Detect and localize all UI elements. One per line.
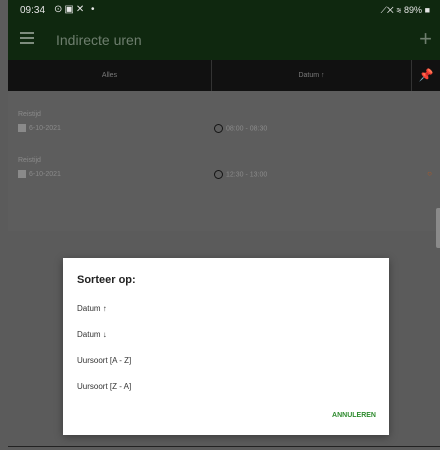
app-frame: 09:34 ⊙▣✕ • ⟋✕ ≋ 89% ■ Indirecte uren + … [8, 0, 440, 450]
calendar-icon [18, 124, 26, 132]
signal-icon: ⟋✕ ≋ [380, 5, 405, 15]
warning-icon: ○ [427, 169, 432, 178]
list-item-date-text: 6-10-2021 [29, 170, 61, 178]
status-bar: 09:34 ⊙▣✕ • ⟋✕ ≋ 89% ■ [8, 0, 440, 22]
sort-option-type-asc[interactable]: Uursoort [A - Z] [77, 356, 131, 365]
sort-option-date-asc[interactable]: Datum ↑ [77, 304, 107, 313]
list-item-start: 12:30 [226, 171, 244, 179]
tab-bar: Alles Datum ↑ 📌 [8, 60, 440, 91]
list-item-label: Reistijd [18, 111, 41, 118]
list-item-times: 08:00 - 08:30 [214, 124, 267, 133]
status-notification-icons: ⊙▣✕ • [54, 4, 97, 15]
add-button[interactable]: + [419, 26, 432, 52]
tab-all[interactable]: Alles [8, 60, 212, 91]
list-item-start: 08:00 [226, 125, 244, 133]
dialog-title: Sorteer op: [77, 274, 136, 286]
list-item[interactable]: Reistijd 6-10-2021 12:30 - 13:00 ○ [8, 149, 440, 195]
list-item-date-text: 6-10-2021 [29, 124, 61, 132]
clock-icon [214, 124, 223, 133]
cancel-button[interactable]: ANNULEREN [332, 412, 376, 419]
pin-icon[interactable]: 📌 [412, 60, 440, 91]
scroll-handle[interactable] [436, 208, 440, 248]
page-title: Indirecte uren [56, 32, 142, 48]
app-bar: Indirecte uren + [8, 22, 440, 60]
hamburger-menu-icon[interactable] [20, 32, 34, 46]
sort-option-type-desc[interactable]: Uursoort [Z - A] [77, 382, 131, 391]
sort-option-date-desc[interactable]: Datum ↓ [77, 330, 107, 339]
list-item-date: 6-10-2021 [18, 124, 61, 132]
list-item[interactable]: Reistijd 6-10-2021 08:00 - 08:30 [8, 103, 440, 149]
list-item-end: 13:00 [249, 171, 268, 179]
battery-icon: ■ [422, 5, 430, 15]
bottom-divider [8, 446, 440, 447]
sort-dialog: Sorteer op: Datum ↑ Datum ↓ Uursoort [A … [63, 258, 389, 435]
tab-date-sort[interactable]: Datum ↑ [212, 60, 412, 91]
list-item-end: 08:30 [249, 125, 268, 133]
list-item-date: 6-10-2021 [18, 170, 61, 178]
hours-list: Reistijd 6-10-2021 08:00 - 08:30 Reistij… [8, 91, 440, 231]
list-item-times: 12:30 - 13:00 [214, 170, 267, 179]
clock-icon [214, 170, 223, 179]
status-right: ⟋✕ ≋ 89% ■ [381, 5, 430, 16]
battery-level: 89% [404, 5, 423, 15]
calendar-icon [18, 170, 26, 178]
status-time: 09:34 [20, 5, 46, 16]
list-item-label: Reistijd [18, 157, 41, 164]
